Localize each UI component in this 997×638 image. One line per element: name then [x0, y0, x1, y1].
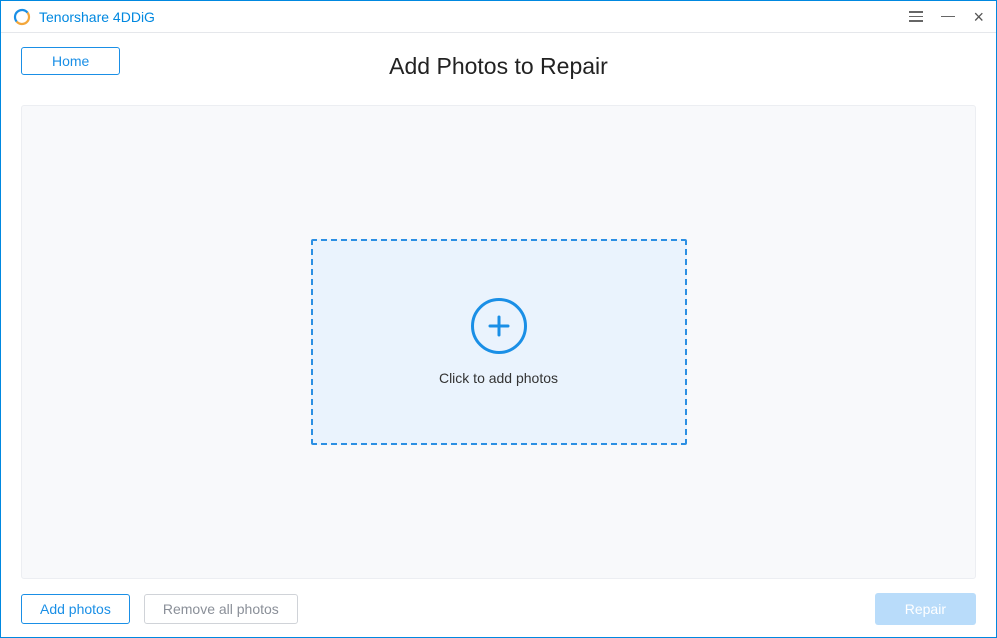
app-title: Tenorshare 4DDiG — [39, 9, 155, 25]
title-bar: Tenorshare 4DDiG × — [1, 1, 996, 33]
header-row: Home Add Photos to Repair — [21, 47, 976, 91]
content-area: Home Add Photos to Repair Click to add p… — [1, 33, 996, 637]
app-logo-icon — [13, 8, 31, 26]
footer-row: Add photos Remove all photos Repair — [21, 579, 976, 625]
page-title: Add Photos to Repair — [21, 47, 976, 80]
home-button[interactable]: Home — [21, 47, 120, 75]
dropzone-text: Click to add photos — [439, 370, 558, 386]
plus-icon — [471, 298, 527, 354]
add-photos-button[interactable]: Add photos — [21, 594, 130, 624]
main-panel: Click to add photos — [21, 105, 976, 579]
minimize-icon[interactable] — [941, 16, 955, 18]
title-bar-controls: × — [909, 8, 984, 26]
menu-icon[interactable] — [909, 11, 923, 22]
close-icon[interactable]: × — [973, 8, 984, 26]
add-photos-dropzone[interactable]: Click to add photos — [311, 239, 687, 445]
title-bar-left: Tenorshare 4DDiG — [13, 8, 155, 26]
remove-all-photos-button[interactable]: Remove all photos — [144, 594, 298, 624]
repair-button[interactable]: Repair — [875, 593, 976, 625]
